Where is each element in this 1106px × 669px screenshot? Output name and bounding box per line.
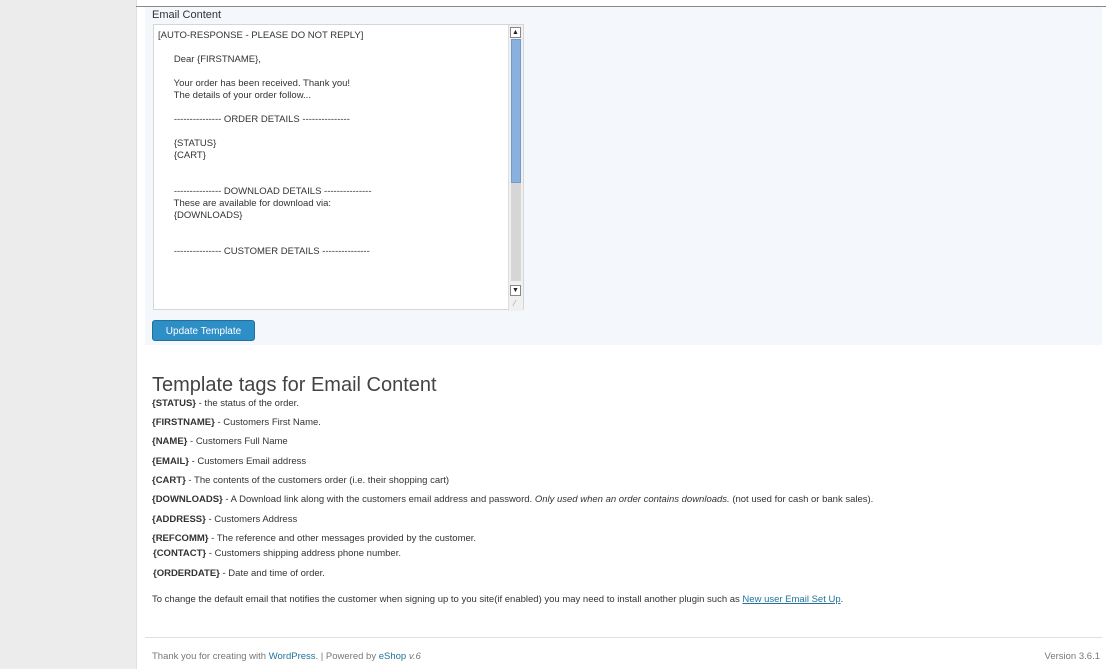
arrow-up-icon[interactable]: ▲ bbox=[510, 27, 521, 38]
textarea-scrollbar[interactable]: ▲ ▼ bbox=[508, 25, 523, 311]
template-tag-code: {CONTACT} bbox=[153, 548, 207, 559]
plugin-info-end: . bbox=[840, 594, 844, 605]
template-tag-description: - Customers Full Name bbox=[187, 436, 288, 447]
template-tag-description: - Customers Address bbox=[205, 514, 298, 525]
eshop-link[interactable]: eShop bbox=[379, 651, 406, 662]
admin-sidebar bbox=[0, 0, 137, 669]
template-tag-code: {EMAIL} bbox=[152, 456, 189, 467]
template-tag-description: - the status of the order. bbox=[195, 398, 299, 409]
template-tag-description: - A Download link along with the custome… bbox=[222, 494, 535, 505]
template-tag-row: {EMAIL} - Customers Email address bbox=[152, 456, 306, 467]
footer-divider bbox=[145, 637, 1102, 638]
template-tag-row: {ADDRESS} - Customers Address bbox=[152, 514, 297, 525]
footer-separator: . | Powered by bbox=[315, 651, 379, 662]
template-tag-code: {ORDERDATE} bbox=[153, 568, 220, 579]
template-tag-code: {STATUS} bbox=[152, 398, 196, 409]
template-tag-description: - Customers shipping address phone numbe… bbox=[206, 548, 401, 559]
template-tag-code: {ADDRESS} bbox=[152, 514, 206, 525]
wp-version: Version 3.6.1 bbox=[1044, 651, 1100, 662]
template-tag-row: {STATUS} - the status of the order. bbox=[152, 398, 299, 409]
plugin-info-text: To change the default email that notifie… bbox=[152, 594, 843, 605]
template-tag-row: {CONTACT} - Customers shipping address p… bbox=[153, 548, 401, 559]
email-content-textarea[interactable]: [AUTO-RESPONSE - PLEASE DO NOT REPLY] De… bbox=[153, 24, 524, 311]
arrow-down-icon[interactable]: ▼ bbox=[510, 285, 521, 296]
template-tag-row: {REFCOMM} - The reference and other mess… bbox=[152, 533, 476, 544]
template-tag-row: {NAME} - Customers Full Name bbox=[152, 436, 288, 447]
template-tag-description: - Customers Email address bbox=[188, 456, 307, 467]
resize-grip-icon[interactable]: ⁄ bbox=[514, 300, 521, 308]
template-tags-heading: Template tags for Email Content bbox=[152, 373, 437, 396]
template-tag-description: - Date and time of order. bbox=[219, 568, 325, 579]
eshop-version: v.6 bbox=[408, 651, 421, 662]
template-tag-extra: (not used for cash or bank sales). bbox=[729, 494, 874, 505]
scrollbar-track[interactable] bbox=[511, 183, 521, 281]
template-tag-code: {REFCOMM} bbox=[152, 533, 209, 544]
footer-thanks: Thank you for creating with bbox=[152, 651, 269, 662]
template-tag-code: {DOWNLOADS} bbox=[152, 494, 223, 505]
template-tag-row: {FIRSTNAME} - Customers First Name. bbox=[152, 417, 321, 428]
update-template-button[interactable]: Update Template bbox=[152, 320, 255, 341]
template-tag-row: {CART} - The contents of the customers o… bbox=[152, 475, 449, 486]
template-tag-note: Only used when an order contains downloa… bbox=[534, 494, 730, 505]
template-tag-row: {ORDERDATE} - Date and time of order. bbox=[153, 568, 325, 579]
template-tag-description: - Customers First Name. bbox=[214, 417, 321, 428]
template-tag-description: - The contents of the customers order (i… bbox=[185, 475, 450, 486]
template-tag-code: {CART} bbox=[152, 475, 186, 486]
template-tag-code: {FIRSTNAME} bbox=[152, 417, 215, 428]
template-tag-code: {NAME} bbox=[152, 436, 188, 447]
wordpress-link[interactable]: WordPress bbox=[269, 651, 316, 662]
plugin-info-body: To change the default email that notifie… bbox=[152, 594, 743, 605]
new-user-email-link[interactable]: New user Email Set Up bbox=[742, 594, 840, 605]
scrollbar-thumb[interactable] bbox=[511, 39, 521, 183]
footer-credits: Thank you for creating with WordPress. |… bbox=[152, 651, 421, 662]
template-tag-row: {DOWNLOADS} - A Download link along with… bbox=[152, 494, 873, 505]
email-content-label: Email Content bbox=[152, 9, 222, 21]
email-content-text[interactable]: [AUTO-RESPONSE - PLEASE DO NOT REPLY] De… bbox=[154, 25, 508, 309]
template-tag-description: - The reference and other messages provi… bbox=[208, 533, 477, 544]
